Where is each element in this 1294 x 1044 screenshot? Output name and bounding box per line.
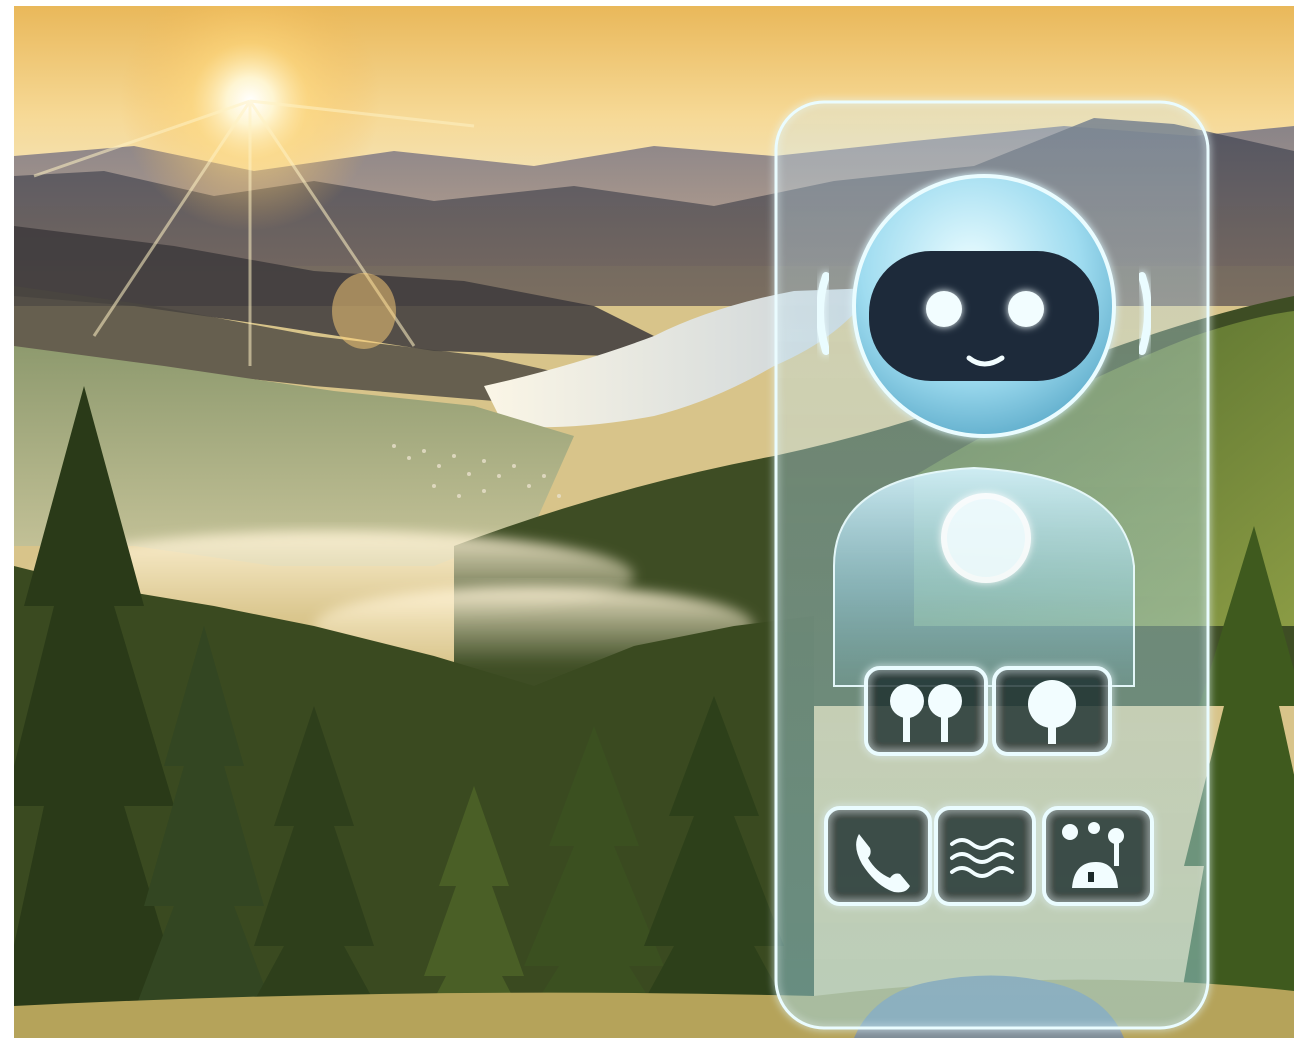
chest-light <box>941 493 1031 583</box>
scene-illustration <box>14 6 1294 1038</box>
tile-trees[interactable] <box>864 666 988 756</box>
right-eye <box>1008 291 1044 327</box>
tile-oak-tree[interactable] <box>992 666 1112 756</box>
tile-settings-alert[interactable] <box>1042 806 1154 906</box>
tile-phone[interactable] <box>824 806 932 906</box>
tile-waves[interactable] <box>934 806 1036 906</box>
left-eye <box>926 291 962 327</box>
